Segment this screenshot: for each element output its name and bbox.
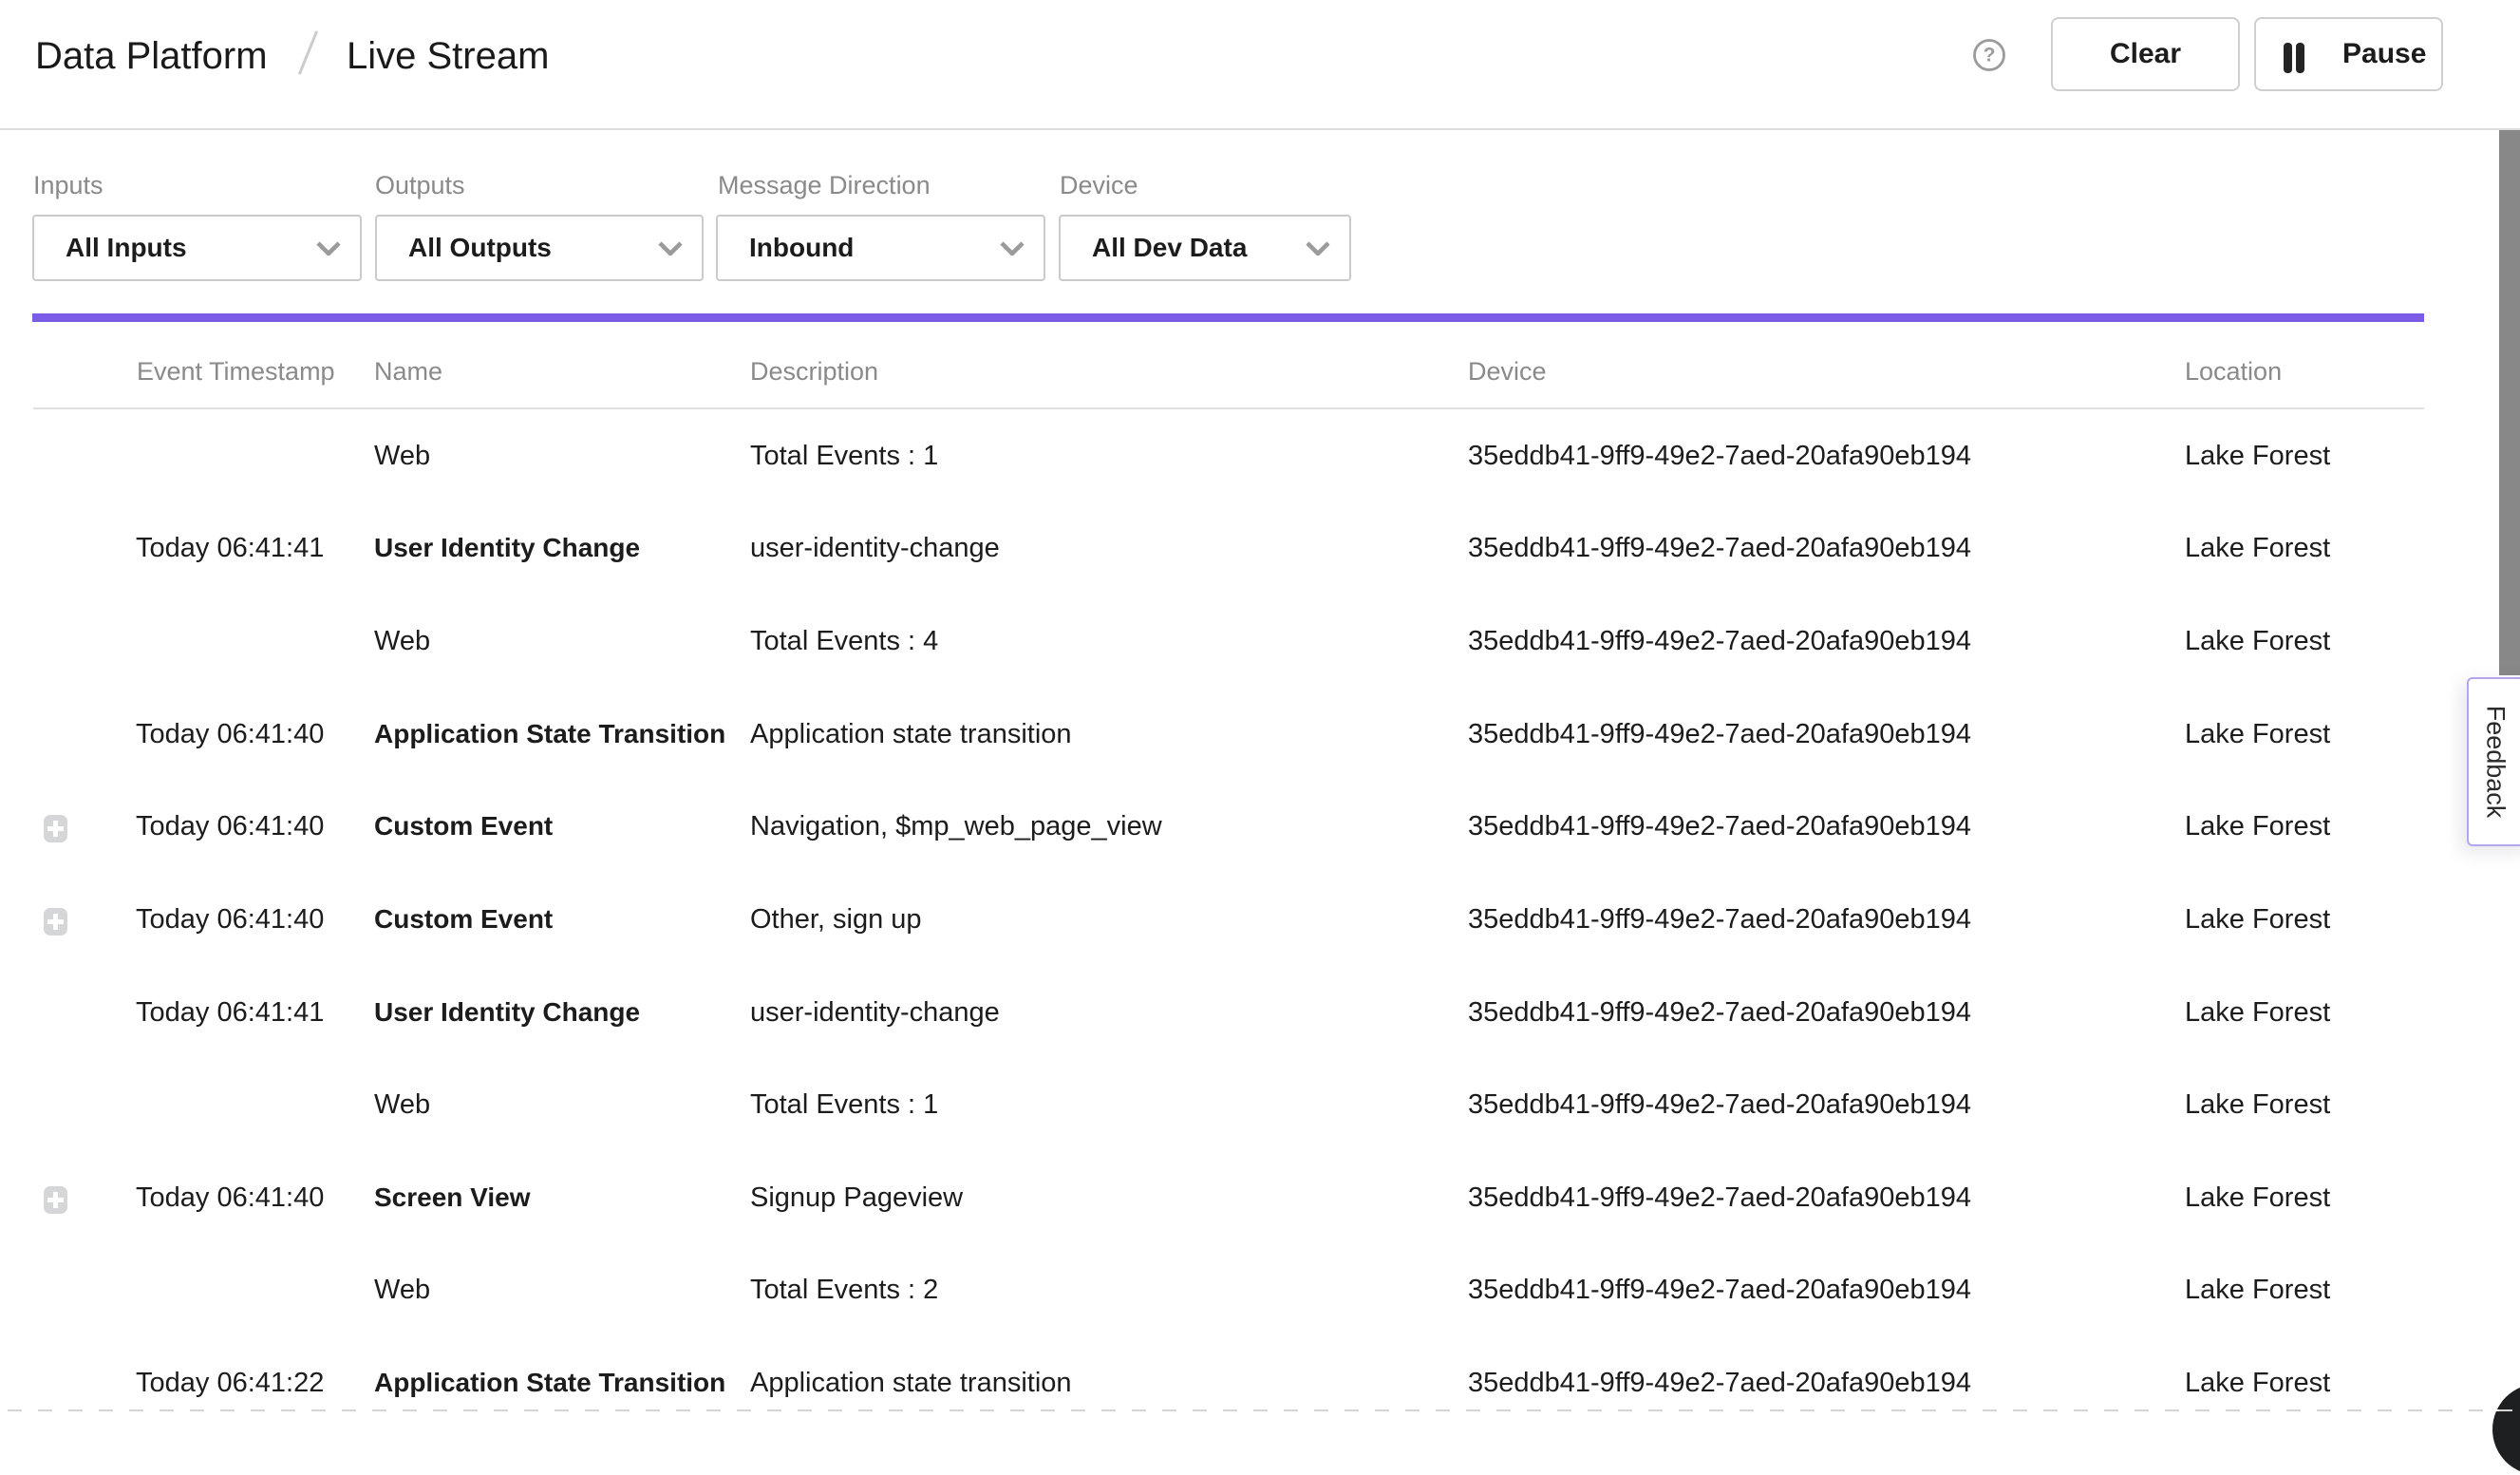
svg-text:?: ? — [1984, 45, 1996, 66]
